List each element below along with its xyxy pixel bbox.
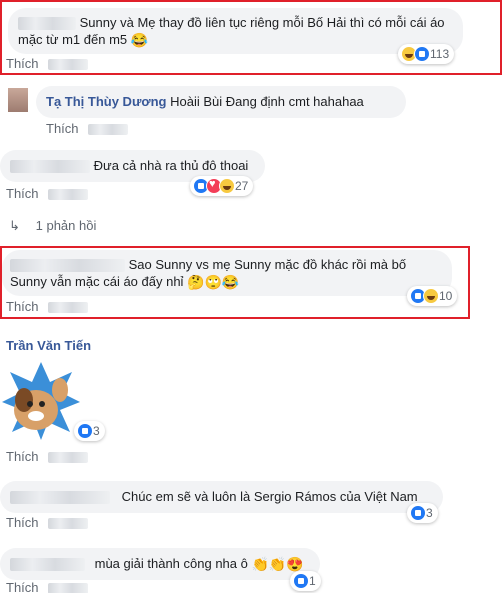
like-link[interactable]: Thích	[6, 299, 89, 314]
reaction-summary[interactable]: 3	[407, 503, 438, 523]
reaction-count: 10	[439, 289, 453, 303]
blurred-time	[48, 302, 89, 314]
sticker-dog	[0, 360, 82, 442]
comment-text: Sunny và Mẹ thay đồ liên tục riêng mỗi B…	[18, 15, 445, 47]
reaction-summary[interactable]: 3	[74, 421, 105, 441]
blurred-time	[48, 189, 89, 201]
emoji: 😂	[130, 32, 149, 49]
comment-bubble: Chúc em sẽ và luôn là Sergio Rámos của V…	[0, 481, 443, 513]
blurred-name	[10, 558, 85, 572]
reply-arrow-icon: ↲	[9, 218, 20, 233]
comment-bubble: mùa giải thành công nha ô 👏👏😍	[0, 548, 320, 580]
reaction-summary[interactable]: 113	[398, 44, 455, 64]
reaction-count: 1	[309, 574, 316, 588]
comment-text: Đưa cả nhà ra thủ đô thoai	[93, 158, 249, 173]
reaction-summary[interactable]: 10	[407, 286, 458, 306]
emoji: 🤔🙄😂	[187, 274, 240, 291]
like-icon	[293, 573, 309, 589]
reaction-count: 113	[430, 47, 450, 61]
like-icon	[414, 46, 430, 62]
like-icon	[410, 505, 426, 521]
comment-text: Chúc em sẽ và luôn là Sergio Rámos của V…	[121, 489, 418, 504]
blurred-time	[48, 583, 89, 593]
reaction-count: 3	[93, 424, 100, 438]
blurred-name	[10, 259, 125, 273]
replies-link[interactable]: ↲ 1 phản hồi	[9, 218, 96, 234]
blurred-name	[10, 491, 110, 505]
reaction-summary[interactable]: 1	[290, 571, 321, 591]
commenter-name[interactable]: Tạ Thị Thùy Dương	[46, 94, 166, 109]
blurred-time	[48, 59, 89, 71]
blurred-time	[88, 124, 129, 136]
like-link[interactable]: Thích	[6, 449, 89, 464]
reaction-count: 27	[235, 179, 249, 193]
comment-text: Hoàii Bùi Đang định cmt hahahaa	[170, 94, 364, 109]
like-link[interactable]: Thích	[6, 56, 89, 71]
emoji: 👏👏😍	[251, 556, 304, 573]
haha-icon	[423, 288, 439, 304]
like-link[interactable]: Thích	[6, 186, 89, 201]
comment-text: mùa giải thành công nha ô	[94, 556, 248, 571]
avatar	[8, 88, 28, 112]
like-link[interactable]: Thích	[46, 121, 129, 136]
comment-bubble: Sunny và Mẹ thay đồ liên tục riêng mỗi B…	[8, 8, 463, 54]
commenter-name[interactable]: Trần Văn Tiến	[6, 338, 91, 353]
comment-bubble: Sao Sunny vs mẹ Sunny mặc đồ khác rồi mà…	[2, 250, 452, 296]
blurred-name	[18, 17, 76, 31]
reaction-summary[interactable]: 27	[190, 176, 254, 196]
like-link[interactable]: Thích	[6, 580, 89, 593]
blurred-name	[10, 160, 90, 174]
blurred-time	[48, 452, 89, 464]
reaction-count: 3	[426, 506, 433, 520]
like-icon	[77, 423, 93, 439]
like-link[interactable]: Thích	[6, 515, 89, 530]
comment-bubble: Tạ Thị Thùy Dương Hoàii Bùi Đang định cm…	[36, 86, 406, 118]
haha-icon	[219, 178, 235, 194]
blurred-time	[48, 518, 89, 530]
